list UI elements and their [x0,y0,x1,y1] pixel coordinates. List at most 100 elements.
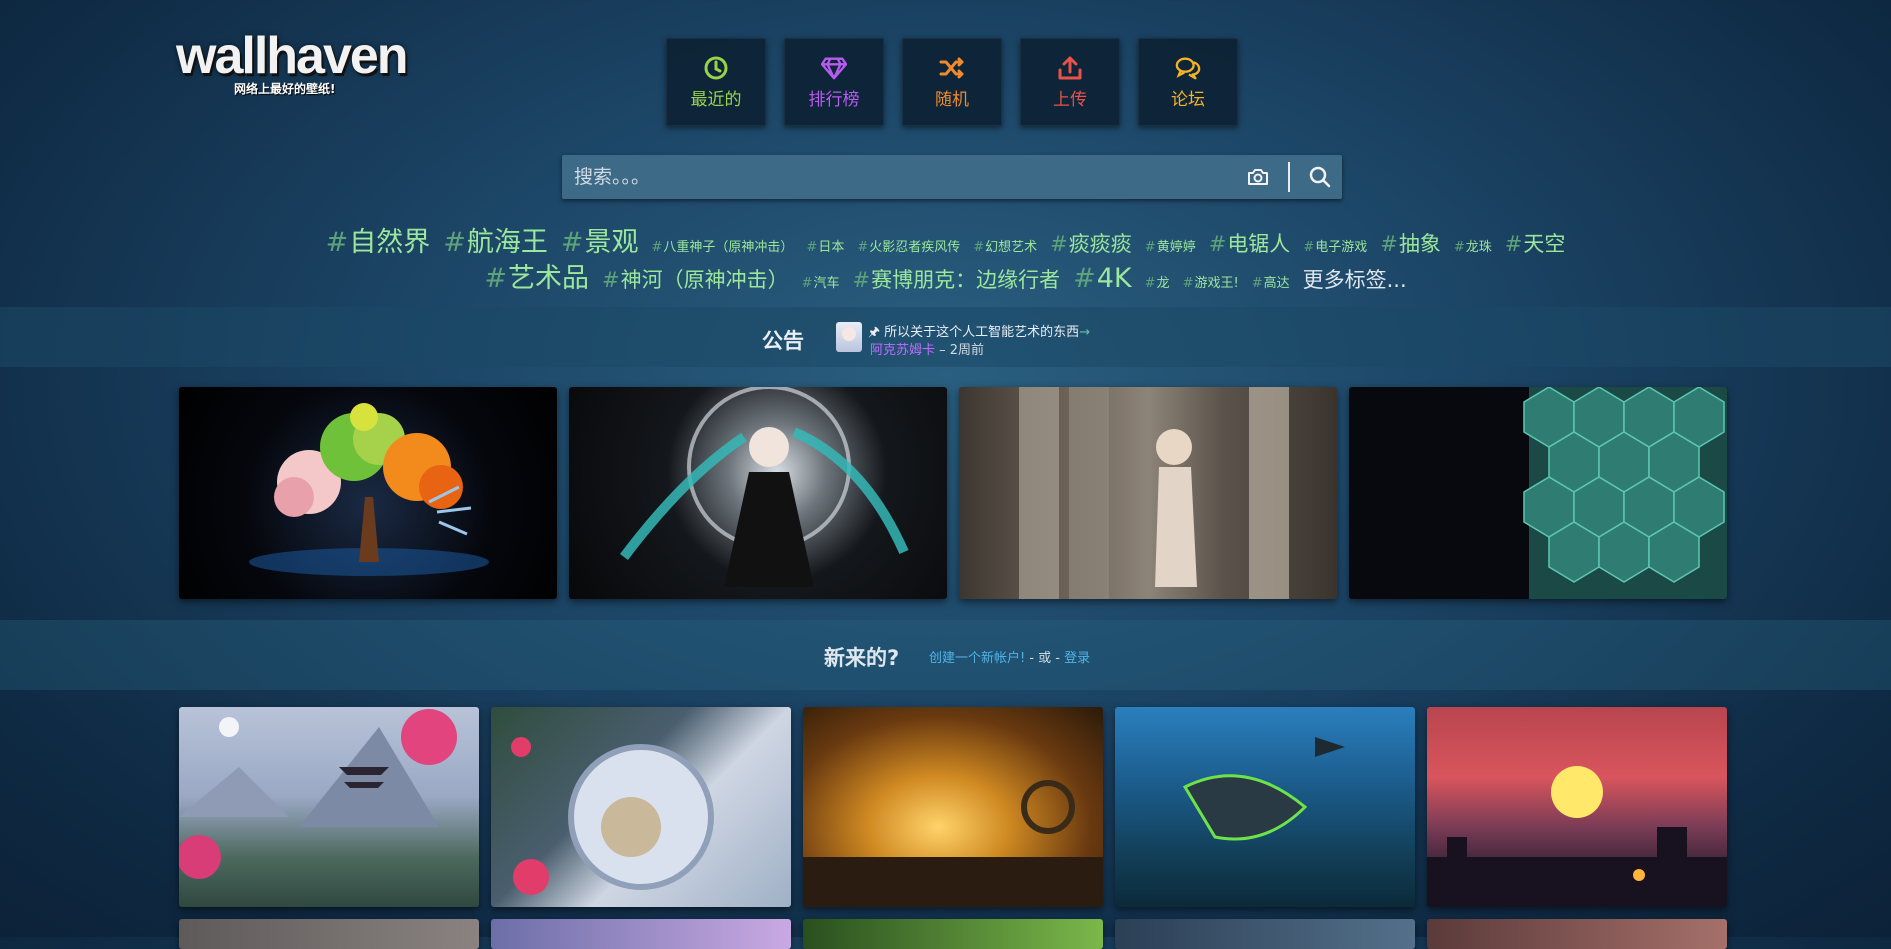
thumb-row2-1[interactable] [179,919,479,949]
announcement-bar: 公告 🖈 所以关于这个人工智能艺术的东西→ 阿克苏姆卡 – 2周前 [0,307,1891,367]
hash-icon: # [1251,276,1263,291]
logo-wordmark: wallhaven [176,27,409,85]
site-logo[interactable]: wallhaven 网络上最好的壁纸! [176,28,416,97]
hash-icon: # [560,227,584,258]
tag-link[interactable]: #抽象 [1380,228,1441,258]
tag-link[interactable]: #高达 [1252,272,1290,291]
columns-art [1019,387,1289,599]
thumb-astronaut-skull[interactable] [491,707,791,907]
nav-random-button[interactable]: 随机 [902,38,1002,126]
tag-link[interactable]: #龙珠 [1454,236,1492,255]
hash-icon: # [325,227,349,258]
tag-link[interactable]: #八重神子（原神冲击） [651,236,793,255]
hexagon-art [1523,387,1727,599]
thumb-shark[interactable] [1115,707,1415,907]
clock-icon [703,55,729,81]
tag-label: 痰痰痰 [1068,232,1132,256]
hash-icon: # [1182,276,1194,291]
announcement-meta: 阿克苏姆卡 – 2周前 [870,339,984,358]
avatar[interactable] [836,322,862,352]
tag-link[interactable]: #日本 [806,236,844,255]
tag-label: 艺术品 [507,263,589,294]
tag-link[interactable]: #电锯人 [1209,228,1291,258]
more-tags-link[interactable]: 更多标签... [1303,264,1407,294]
thumb-row2-3[interactable] [803,919,1103,949]
tag-link[interactable]: #黄婷婷 [1145,236,1196,255]
tag-link[interactable]: #汽车 [802,272,840,291]
tag-link[interactable]: #航海王 [443,220,548,259]
search-icon[interactable] [1298,155,1342,199]
tag-link[interactable]: #4K [1073,263,1132,294]
create-account-link[interactable]: 创建一个新帐户! [929,651,1025,666]
announcement-text: 所以关于这个人工智能艺术的东西 [884,325,1080,340]
thumb-pagoda[interactable] [179,707,479,907]
hash-icon: # [1504,232,1523,256]
tag-row-1: #自然界 #航海王 #景观 #八重神子（原神冲击） #日本 #火影忍者疾风传 #幻想艺术 #痰… [240,220,1651,259]
tag-link[interactable]: #痰痰痰 [1050,228,1132,258]
announcement-author[interactable]: 阿克苏姆卡 [870,343,935,358]
nav-random-label: 随机 [935,89,969,110]
hash-icon: # [1380,232,1398,256]
newcomer-links: 创建一个新帐户! - 或 - 登录 [929,647,1090,666]
tag-label: 高达 [1263,276,1290,291]
tag-link[interactable]: #神河（原神冲击） [602,264,789,294]
tag-label: 天空 [1523,232,1566,256]
tag-link[interactable]: #景观 [561,220,639,259]
nav-forums-button[interactable]: 论坛 [1138,38,1238,126]
newcomer-bar: 新来的? 创建一个新帐户! - 或 - 登录 [0,620,1891,690]
popular-tags: #自然界 #航海王 #景观 #八重神子（原神冲击） #日本 #火影忍者疾风传 #幻想艺术 #痰… [240,220,1651,295]
tag-label: 火影忍者疾风传 [869,240,961,255]
thumb-sunset-city[interactable] [1427,707,1727,907]
hash-icon: # [973,240,985,255]
featured-wallpaper-tree[interactable] [179,387,557,599]
tag-link[interactable]: #游戏王! [1183,272,1239,291]
nav-forums-label: 论坛 [1171,89,1205,110]
tag-link[interactable]: #火影忍者疾风传 [857,236,960,255]
tree-art [249,403,489,576]
featured-wallpaper-hexagons[interactable] [1349,387,1727,599]
tag-label: 电锯人 [1227,232,1291,256]
tag-link[interactable]: #天空 [1505,228,1566,258]
login-link[interactable]: 登录 [1064,651,1090,666]
nav-latest-label: 最近的 [690,89,742,110]
nav-toplist-button[interactable]: 排行榜 [784,38,884,126]
thumb-row2-2[interactable] [491,919,791,949]
tag-label: 4K [1096,263,1132,294]
tag-link[interactable]: #电子游戏 [1303,236,1367,255]
main-nav: 最近的 排行榜 随机 上传 论坛 [666,38,1238,126]
featured-wallpaper-columns-woman[interactable] [959,387,1337,599]
camera-icon[interactable] [1236,155,1280,199]
hash-icon: # [852,268,871,292]
announcement-time: – 2周前 [935,343,985,358]
hash-icon: # [1208,232,1227,256]
nav-toplist-label: 排行榜 [808,89,860,110]
tag-row-2: #艺术品 #神河（原神冲击） #汽车 #赛博朋克：边缘行者 #4K #龙 #游戏王! #高达更… [240,256,1651,295]
hash-icon: # [1144,240,1156,255]
tag-label: 龙 [1156,276,1170,291]
tag-link[interactable]: #艺术品 [484,256,589,295]
hash-icon: # [1050,232,1068,256]
thumb-forge[interactable] [803,707,1103,907]
thumb-row2-5[interactable] [1427,919,1727,949]
pagoda-art [179,709,457,879]
featured-wallpaper-anime-girl[interactable] [569,387,947,599]
tag-link[interactable]: #赛博朋克：边缘行者 [853,264,1061,294]
tag-label: 黄婷婷 [1156,240,1196,255]
thumb-row2-4[interactable] [1115,919,1415,949]
tag-link[interactable]: #龙 [1145,272,1170,291]
nav-latest-button[interactable]: 最近的 [666,38,766,126]
astronaut-art [511,737,714,895]
search-bar [562,154,1342,200]
hash-icon: # [1453,240,1465,255]
tag-label: 抽象 [1398,232,1441,256]
tag-link[interactable]: #自然界 [326,220,431,259]
pin-icon: 🖈 [868,325,881,340]
announcement-title: 公告 [762,329,804,353]
search-input[interactable] [562,154,1236,200]
hash-icon: # [651,240,663,255]
tag-link[interactable]: #幻想艺术 [973,236,1037,255]
nav-upload-button[interactable]: 上传 [1020,38,1120,126]
tag-label: 幻想艺术 [985,240,1038,255]
sunset-art [1427,766,1727,907]
tag-label: 汽车 [813,276,840,291]
